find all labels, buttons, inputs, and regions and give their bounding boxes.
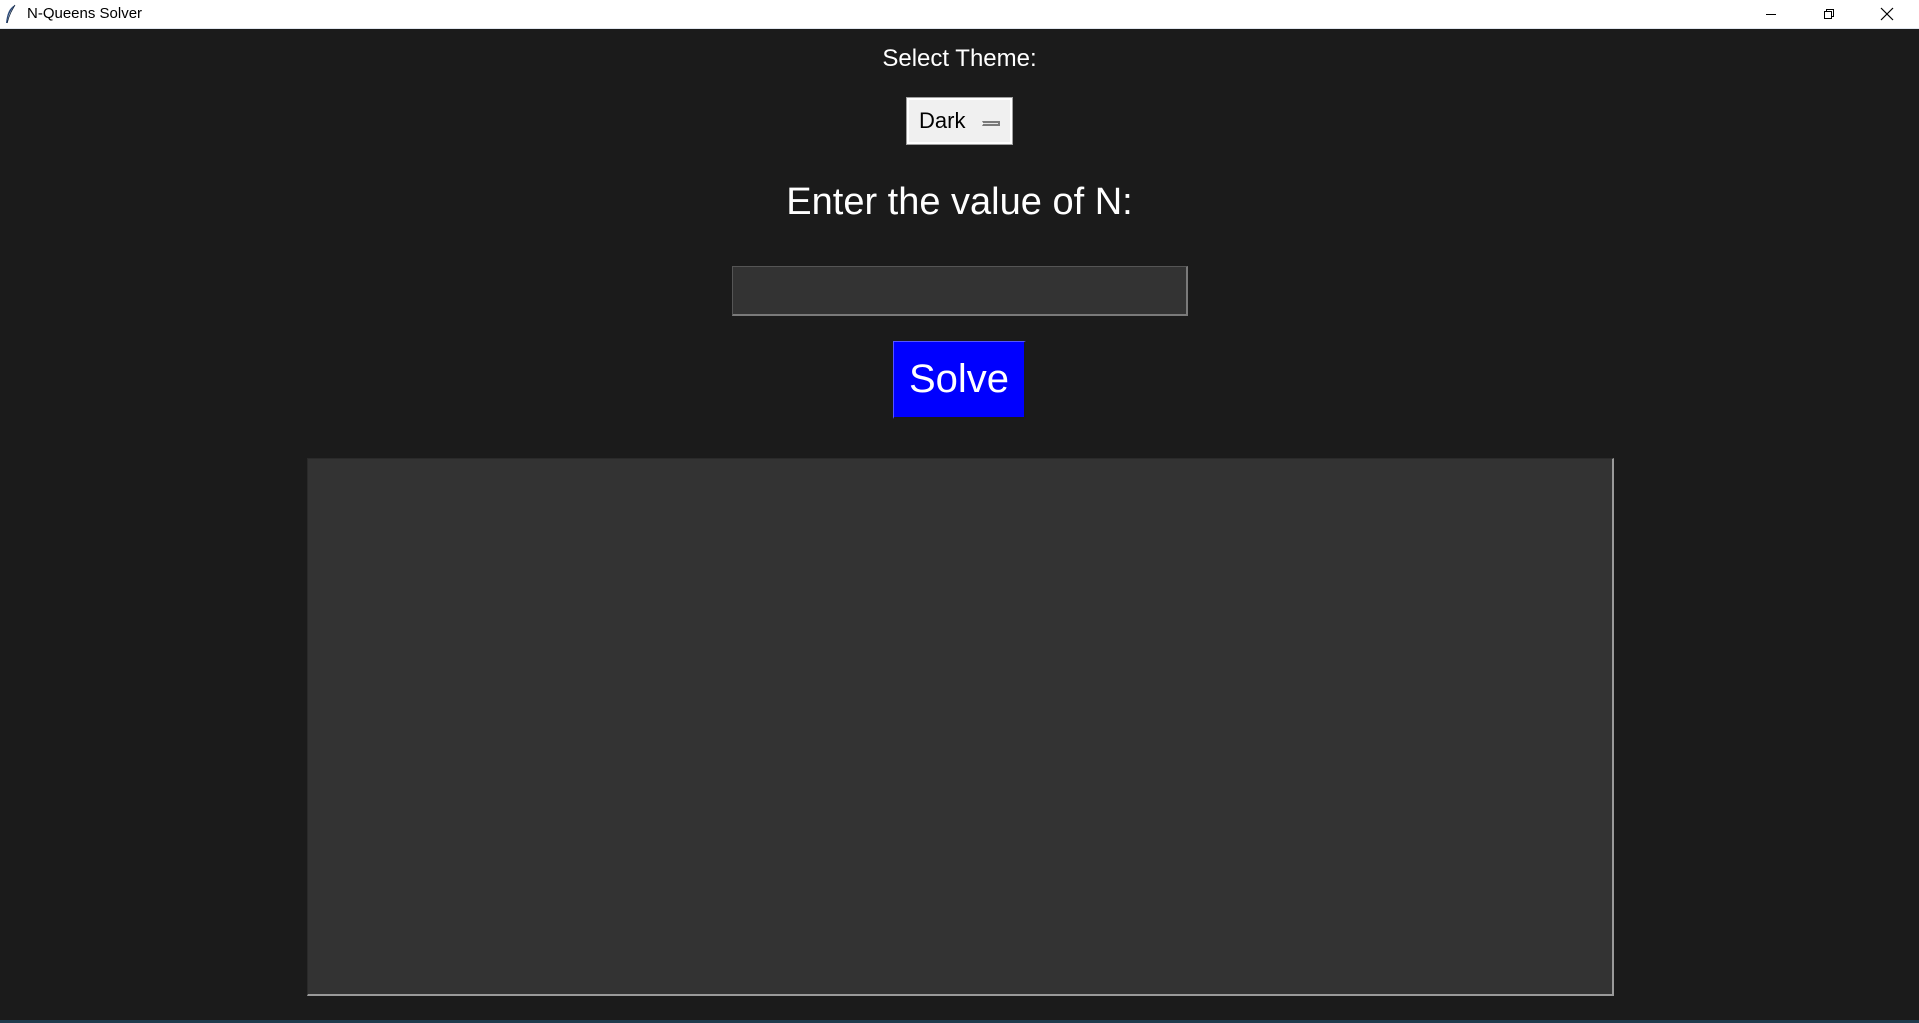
minimize-icon [1766,14,1776,15]
solve-button[interactable]: Solve [893,341,1026,419]
app-client-area: Select Theme: Dark Enter the value of N:… [0,29,1919,1020]
n-value-input[interactable] [732,266,1188,316]
feather-icon [6,4,16,24]
maximize-button[interactable] [1800,0,1858,28]
window-titlebar[interactable]: N-Queens Solver [0,0,1919,29]
close-icon [1880,7,1894,21]
n-value-label: Enter the value of N: [786,181,1133,223]
theme-label: Select Theme: [882,45,1037,72]
window-title: N-Queens Solver [27,5,143,22]
restore-icon [1824,9,1834,19]
close-button[interactable] [1858,0,1916,28]
theme-option-menu[interactable]: Dark [906,97,1013,145]
option-menu-indicator-icon [982,121,1000,126]
theme-selected-value: Dark [919,108,966,133]
solution-board-canvas [307,458,1614,996]
minimize-button[interactable] [1742,0,1800,28]
